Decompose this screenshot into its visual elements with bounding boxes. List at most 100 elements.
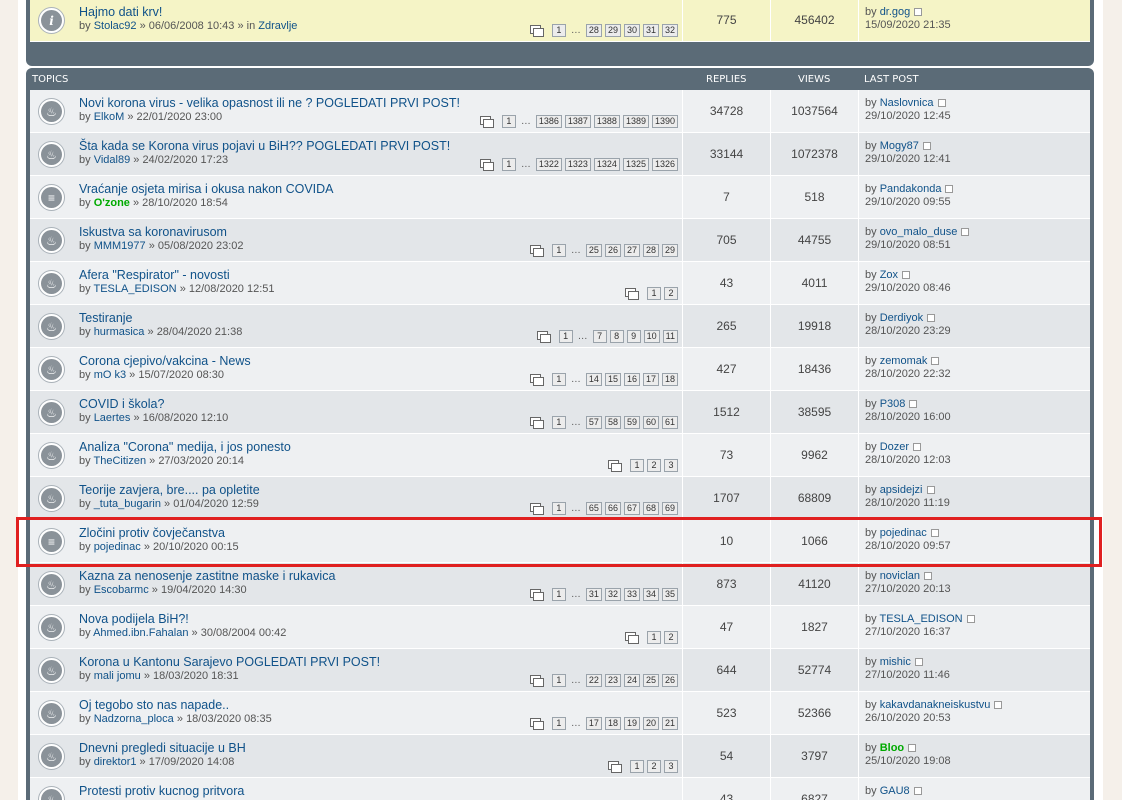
page-link[interactable]: 22 bbox=[585, 674, 602, 687]
topic-title-link[interactable]: Protesti protiv kucnog pritvora bbox=[79, 784, 244, 798]
page-link[interactable]: 1 bbox=[630, 459, 644, 472]
page-link[interactable]: 32 bbox=[604, 588, 621, 601]
topic-title-link[interactable]: Corona cjepivo/vakcina - News bbox=[79, 354, 251, 368]
page-link[interactable]: 1388 bbox=[593, 115, 620, 128]
page-link[interactable]: 15 bbox=[604, 373, 621, 386]
topic-title-link[interactable]: COVID i škola? bbox=[79, 397, 164, 411]
page-link[interactable]: 34 bbox=[642, 588, 659, 601]
topic-title-link[interactable]: Afera "Respirator" - novosti bbox=[79, 268, 230, 282]
last-post-author-link[interactable]: TESLA_EDISON bbox=[879, 613, 962, 625]
author-link[interactable]: TESLA_EDISON bbox=[93, 283, 176, 295]
view-latest-post-icon[interactable] bbox=[926, 486, 935, 495]
author-link[interactable]: Stolac92 bbox=[94, 20, 137, 32]
topic-title-link[interactable]: Šta kada se Korona virus pojavi u BiH?? … bbox=[79, 139, 450, 153]
page-link[interactable]: 1 bbox=[551, 244, 566, 257]
view-latest-post-icon[interactable] bbox=[913, 787, 922, 796]
author-link[interactable]: hurmasica bbox=[94, 326, 145, 338]
view-latest-post-icon[interactable] bbox=[902, 271, 911, 280]
last-post-author-link[interactable]: noviclan bbox=[880, 570, 920, 582]
author-link[interactable]: TheCitizen bbox=[93, 455, 146, 467]
topic-title-link[interactable]: Hajmo dati krv! bbox=[79, 5, 162, 19]
view-latest-post-icon[interactable] bbox=[966, 615, 975, 624]
topic-title-link[interactable]: Vraćanje osjeta mirisa i okusa nakon COV… bbox=[79, 182, 334, 196]
view-latest-post-icon[interactable] bbox=[931, 357, 940, 366]
page-link[interactable]: 1387 bbox=[564, 115, 591, 128]
view-latest-post-icon[interactable] bbox=[945, 185, 954, 194]
page-link[interactable]: 29 bbox=[604, 24, 621, 37]
topic-title-link[interactable]: Testiranje bbox=[79, 311, 133, 325]
page-link[interactable]: 26 bbox=[604, 244, 621, 257]
last-post-author-link[interactable]: Derdiyok bbox=[880, 312, 923, 324]
page-link[interactable]: 1324 bbox=[593, 158, 620, 171]
view-latest-post-icon[interactable] bbox=[908, 744, 917, 753]
page-link[interactable]: 1 bbox=[551, 502, 566, 515]
page-link[interactable]: 1 bbox=[630, 760, 644, 773]
view-latest-post-icon[interactable] bbox=[930, 529, 939, 538]
page-link[interactable]: 27 bbox=[623, 244, 640, 257]
view-latest-post-icon[interactable] bbox=[927, 314, 936, 323]
page-link[interactable]: 33 bbox=[623, 588, 640, 601]
page-link[interactable]: 10 bbox=[643, 330, 660, 343]
page-link[interactable]: 1 bbox=[551, 588, 566, 601]
page-link[interactable]: 16 bbox=[623, 373, 640, 386]
author-link[interactable]: Laertes bbox=[94, 412, 131, 424]
view-latest-post-icon[interactable] bbox=[961, 228, 970, 237]
author-link[interactable]: direktor1 bbox=[94, 756, 137, 768]
page-link[interactable]: 17 bbox=[585, 717, 602, 730]
page-link[interactable]: 26 bbox=[661, 674, 678, 687]
page-link[interactable]: 3 bbox=[664, 459, 678, 472]
page-link[interactable]: 1 bbox=[551, 416, 566, 429]
topic-title-link[interactable]: Kazna za nenosenje zastitne maske i ruka… bbox=[79, 569, 335, 583]
author-link[interactable]: ElkoM bbox=[94, 111, 125, 123]
page-link[interactable]: 1326 bbox=[651, 158, 678, 171]
topic-title-link[interactable]: Novi korona virus - velika opasnost ili … bbox=[79, 96, 460, 110]
topic-title-link[interactable]: Teorije zavjera, bre.... pa opletite bbox=[79, 483, 260, 497]
view-latest-post-icon[interactable] bbox=[914, 658, 923, 667]
topic-title-link[interactable]: Korona u Kantonu Sarajevo POGLEDATI PRVI… bbox=[79, 655, 380, 669]
author-link[interactable]: _tuta_bugarin bbox=[94, 498, 161, 510]
page-link[interactable]: 1 bbox=[647, 631, 661, 644]
view-latest-post-icon[interactable] bbox=[913, 443, 922, 452]
page-link[interactable]: 1 bbox=[647, 287, 661, 300]
author-link[interactable]: Escobarmc bbox=[94, 584, 149, 596]
author-link[interactable]: O'zone bbox=[94, 197, 130, 209]
last-post-author-link[interactable]: Zox bbox=[880, 269, 898, 281]
view-latest-post-icon[interactable] bbox=[994, 701, 1003, 710]
page-link[interactable]: 1 bbox=[551, 373, 566, 386]
page-link[interactable]: 25 bbox=[585, 244, 602, 257]
last-post-author-link[interactable]: Mogy87 bbox=[880, 140, 919, 152]
view-latest-post-icon[interactable] bbox=[937, 99, 946, 108]
last-post-author-link[interactable]: Pandakonda bbox=[880, 183, 942, 195]
page-link[interactable]: 25 bbox=[642, 674, 659, 687]
page-link[interactable]: 57 bbox=[585, 416, 602, 429]
page-link[interactable]: 1 bbox=[501, 158, 516, 171]
view-latest-post-icon[interactable] bbox=[914, 8, 923, 17]
last-post-author-link[interactable]: dr.gog bbox=[880, 6, 911, 18]
page-link[interactable]: 2 bbox=[664, 631, 678, 644]
author-link[interactable]: mO k3 bbox=[94, 369, 126, 381]
page-link[interactable]: 1325 bbox=[622, 158, 649, 171]
page-link[interactable]: 32 bbox=[661, 24, 678, 37]
page-link[interactable]: 18 bbox=[604, 717, 621, 730]
topic-title-link[interactable]: Iskustva sa koronavirusom bbox=[79, 225, 227, 239]
page-link[interactable]: 68 bbox=[642, 502, 659, 515]
last-post-author-link[interactable]: P308 bbox=[880, 398, 906, 410]
page-link[interactable]: 69 bbox=[661, 502, 678, 515]
page-link[interactable]: 1389 bbox=[622, 115, 649, 128]
page-link[interactable]: 1322 bbox=[535, 158, 562, 171]
page-link[interactable]: 1323 bbox=[564, 158, 591, 171]
page-link[interactable]: 11 bbox=[662, 330, 678, 343]
page-link[interactable]: 28 bbox=[642, 244, 659, 257]
author-link[interactable]: pojedinac bbox=[94, 541, 141, 553]
page-link[interactable]: 23 bbox=[604, 674, 621, 687]
page-link[interactable]: 59 bbox=[623, 416, 640, 429]
page-link[interactable]: 14 bbox=[585, 373, 602, 386]
topic-title-link[interactable]: Oj tegobo sto nas napade.. bbox=[79, 698, 229, 712]
page-link[interactable]: 17 bbox=[642, 373, 659, 386]
last-post-author-link[interactable]: Bloo bbox=[880, 742, 904, 754]
page-link[interactable]: 31 bbox=[585, 588, 602, 601]
page-link[interactable]: 1 bbox=[551, 24, 566, 37]
page-link[interactable]: 2 bbox=[647, 760, 661, 773]
last-post-author-link[interactable]: kakavdanakneiskustvu bbox=[880, 699, 991, 711]
view-latest-post-icon[interactable] bbox=[924, 572, 933, 581]
